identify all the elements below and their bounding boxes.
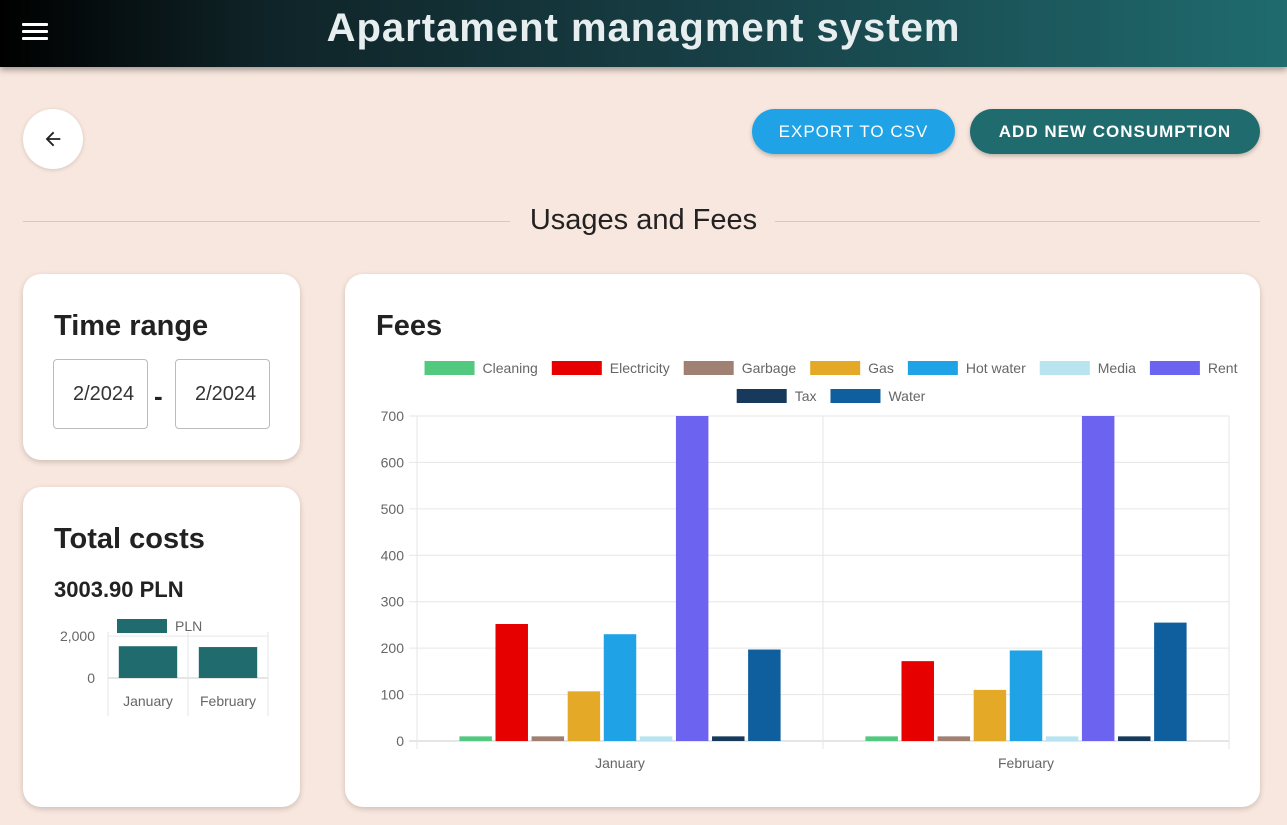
legend-label-media: Media	[1098, 360, 1136, 376]
y-tick-label: 600	[381, 454, 405, 470]
bar-rent-february	[1081, 416, 1115, 741]
bar-pln-february	[198, 647, 258, 678]
total-costs-chart: PLN 2,000 0 January February	[60, 618, 269, 716]
legend-swatch-rent	[1149, 361, 1200, 375]
legend-swatch-media	[1039, 361, 1090, 375]
fees-card: Fees Cleaning Electricity Garbage Gas Hot wa…	[345, 274, 1260, 807]
app-title: Apartament managment system	[326, 6, 961, 50]
legend-swatch-hot-water	[907, 361, 958, 375]
legend-swatch-cleaning	[424, 361, 475, 375]
export-csv-button[interactable]: EXPORT TO CSV	[752, 109, 955, 154]
legend-label-electricity: Electricity	[610, 360, 670, 376]
bar-media-february	[1045, 736, 1079, 741]
bar-cleaning-january	[459, 736, 492, 741]
bar-rent-january	[675, 416, 709, 741]
fees-chart: Cleaning Electricity Garbage Gas Hot water Me…	[381, 360, 1238, 771]
legend-swatch-tax	[736, 389, 787, 403]
bar-pln-january	[118, 646, 178, 678]
y-tick-label: 700	[381, 408, 405, 424]
bar-tax-february	[1118, 736, 1151, 741]
bar-garbage-january	[531, 736, 565, 741]
add-consumption-button[interactable]: ADD NEW CONSUMPTION	[970, 109, 1260, 154]
bar-hot-water-january	[603, 634, 637, 741]
legend-label-pln: PLN	[175, 618, 202, 634]
bar-gas-february	[973, 689, 1007, 741]
y-tick-label: 0	[396, 733, 404, 749]
arrow-left-icon	[45, 131, 61, 147]
app-bar: Apartament managment system	[0, 0, 1287, 67]
bar-media-january	[639, 736, 673, 741]
y-tick-label: 0	[87, 670, 95, 686]
bar-garbage-february	[937, 736, 971, 741]
bar-hot-water-february	[1009, 650, 1043, 741]
legend-swatch-water	[830, 389, 881, 403]
x-tick-label: January	[123, 693, 173, 709]
time-range-title: Time range	[54, 310, 209, 342]
y-tick-label: 400	[381, 547, 405, 563]
y-tick-label: 200	[381, 640, 405, 656]
y-tick-label: 300	[381, 594, 405, 610]
legend-label-gas: Gas	[868, 360, 894, 376]
y-tick-label: 2,000	[60, 628, 95, 644]
x-tick-label: January	[595, 755, 645, 771]
legend-label-cleaning: Cleaning	[483, 360, 538, 376]
legend-swatch-garbage	[683, 361, 734, 375]
legend-swatch-electricity	[551, 361, 602, 375]
legend-label-water: Water	[888, 388, 925, 404]
time-range-card: Time range -	[23, 274, 300, 460]
bar-electricity-february	[901, 661, 934, 741]
section-title: Usages and Fees	[529, 204, 758, 236]
y-tick-label: 500	[381, 501, 405, 517]
y-tick-label: 100	[381, 687, 405, 703]
bar-water-february	[1154, 622, 1187, 741]
date-to-input[interactable]	[175, 359, 270, 429]
x-tick-label: February	[200, 693, 256, 709]
x-tick-label: February	[998, 755, 1054, 771]
bar-tax-january	[712, 736, 745, 741]
bar-water-january	[748, 649, 781, 741]
back-button[interactable]	[23, 109, 83, 169]
legend-label-garbage: Garbage	[742, 360, 797, 376]
total-costs-card: Total costs 3003.90 PLN PLN 2,000 0 January…	[23, 487, 300, 807]
bar-cleaning-february	[865, 736, 898, 741]
legend-label-tax: Tax	[795, 388, 817, 404]
legend-swatch-pln	[117, 619, 167, 633]
legend-swatch-gas	[810, 361, 861, 375]
legend-label-rent: Rent	[1208, 360, 1238, 376]
date-from-input[interactable]	[53, 359, 148, 429]
legend-label-hot-water: Hot water	[966, 360, 1026, 376]
bar-electricity-january	[495, 624, 528, 741]
bar-gas-january	[567, 691, 601, 741]
date-separator: -	[154, 381, 163, 411]
